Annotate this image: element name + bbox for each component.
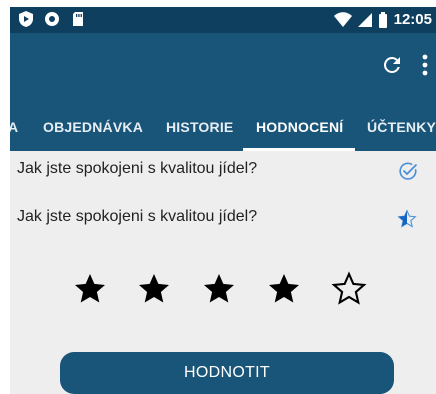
star-rating (10, 271, 436, 311)
question-label: Jak jste spokojeni s kvalitou jídel? (17, 208, 258, 225)
check-circle-icon (398, 161, 418, 181)
signal-icon (357, 12, 372, 28)
star-filled-icon[interactable] (136, 271, 172, 307)
star-half-icon (396, 209, 418, 229)
question-row[interactable]: Jak jste spokojeni s kvalitou jídel? (10, 151, 436, 191)
star-filled-icon[interactable] (266, 271, 302, 307)
status-bar: 12:05 (10, 7, 436, 33)
question-row[interactable]: Jak jste spokojeni s kvalitou jídel? (10, 199, 436, 239)
app-bar (10, 33, 436, 103)
refresh-icon[interactable] (380, 53, 404, 77)
tab-uctenky[interactable]: ÚČTENKY (367, 103, 436, 151)
circle-dot-icon (44, 11, 60, 27)
star-filled-icon[interactable] (72, 271, 108, 307)
tab-historie[interactable]: HISTORIE (166, 103, 233, 151)
question-label: Jak jste spokojeni s kvalitou jídel? (17, 160, 258, 177)
status-time: 12:05 (393, 11, 432, 28)
rating-content: Jak jste spokojeni s kvalitou jídel? Jak… (10, 151, 436, 394)
tab-objednavka[interactable]: OBJEDNÁVKA (43, 103, 143, 151)
star-outline-icon[interactable] (331, 271, 367, 307)
app-screen: 12:05 A OBJEDNÁVKA HISTORIE HODNOCENÍ ÚČ… (10, 7, 436, 394)
tab-partial[interactable]: A (10, 103, 18, 151)
star-filled-icon[interactable] (201, 271, 237, 307)
play-shield-icon (18, 11, 34, 27)
sd-card-icon (70, 11, 86, 27)
battery-icon (378, 12, 388, 28)
tab-hodnoceni[interactable]: HODNOCENÍ (256, 103, 343, 151)
more-vert-icon[interactable] (422, 54, 428, 76)
wifi-icon (333, 12, 352, 28)
submit-rating-button[interactable]: HODNOTIT (60, 352, 394, 394)
tab-bar: A OBJEDNÁVKA HISTORIE HODNOCENÍ ÚČTENKY (10, 103, 436, 151)
